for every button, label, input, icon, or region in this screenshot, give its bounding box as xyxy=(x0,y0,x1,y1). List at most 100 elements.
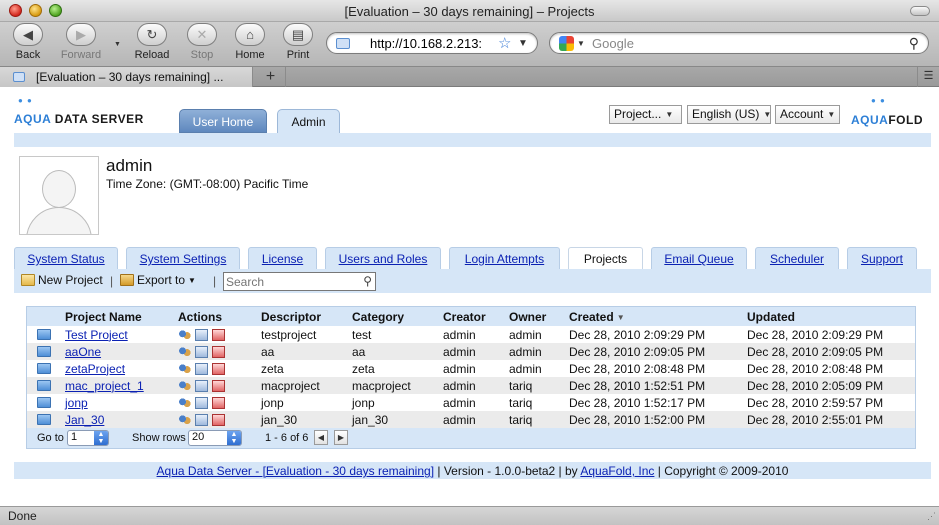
address-bar[interactable]: http://10.168.2.213: ☆ ▼ xyxy=(326,32,538,54)
updated-cell: Dec 28, 2010 2:59:57 PM xyxy=(743,394,915,411)
new-tab-button[interactable]: + xyxy=(256,67,286,87)
edit-icon[interactable] xyxy=(195,379,208,392)
tab-label: License xyxy=(261,252,304,266)
previous-page-button[interactable]: ◀ xyxy=(314,430,328,445)
column-header-creator[interactable]: Creator xyxy=(439,307,505,326)
delete-icon[interactable] xyxy=(212,362,225,375)
column-header-created[interactable]: Created ▼ xyxy=(565,307,743,326)
delete-icon[interactable] xyxy=(212,379,225,392)
logo-aqua-text: AQUA xyxy=(14,112,51,126)
search-icon[interactable]: ⚲ xyxy=(909,35,919,52)
column-header-updated[interactable]: Updated xyxy=(743,307,915,326)
column-header-owner[interactable]: Owner xyxy=(505,307,565,326)
goto-page-select[interactable]: 1 ▲ ▼ xyxy=(67,430,109,446)
reload-button[interactable]: ↻ Reload xyxy=(132,23,172,61)
tab-scheduler[interactable]: Scheduler xyxy=(755,247,839,269)
edit-icon[interactable] xyxy=(195,396,208,409)
site-icon xyxy=(336,38,350,49)
users-icon[interactable] xyxy=(178,328,191,341)
edit-icon[interactable] xyxy=(195,345,208,358)
tab-license[interactable]: License xyxy=(248,247,317,269)
project-name-link[interactable]: Jan_30 xyxy=(65,413,104,427)
print-button[interactable]: ▤ Print xyxy=(278,23,318,61)
back-button[interactable]: ◀ Back xyxy=(8,23,48,61)
account-selector[interactable]: Account ▼ xyxy=(775,105,840,124)
users-icon[interactable] xyxy=(178,379,191,392)
forward-button[interactable]: ▶ Forward xyxy=(56,23,106,61)
folder-icon xyxy=(37,328,51,340)
column-header-project-name[interactable]: Project Name xyxy=(61,307,174,326)
project-name-link[interactable]: aaOne xyxy=(65,345,101,359)
users-icon[interactable] xyxy=(178,413,191,426)
edit-icon[interactable] xyxy=(195,328,208,341)
project-name-link[interactable]: jonp xyxy=(65,396,88,410)
project-name-link[interactable]: zetaProject xyxy=(65,362,125,376)
resize-grip-icon[interactable]: ⋰ xyxy=(927,511,936,522)
browser-tab[interactable]: [Evaluation – 30 days remaining] ... xyxy=(0,67,253,87)
edit-icon[interactable] xyxy=(195,413,208,426)
export-to-button[interactable]: Export to ▼ xyxy=(120,273,196,287)
table-row[interactable]: jonp jonp jonp admin tariq Dec 28, 2010 1:52:… xyxy=(27,394,915,411)
tab-label: Email Queue xyxy=(664,252,734,266)
google-icon[interactable] xyxy=(559,36,574,51)
goto-page-value: 1 xyxy=(71,431,78,443)
project-name-link[interactable]: Test Project xyxy=(65,328,128,342)
tab-system-settings[interactable]: System Settings xyxy=(126,247,240,269)
nav-tab-user-home[interactable]: User Home xyxy=(179,109,267,133)
address-url[interactable]: http://10.168.2.213: xyxy=(370,36,482,51)
language-selector[interactable]: English (US) ▼ xyxy=(687,105,771,124)
users-icon[interactable] xyxy=(178,362,191,375)
history-dropdown-icon[interactable]: ▼ xyxy=(114,41,121,48)
column-header-descriptor[interactable]: Descriptor xyxy=(257,307,348,326)
tab-email-queue[interactable]: Email Queue xyxy=(651,247,747,269)
users-icon[interactable] xyxy=(178,396,191,409)
table-row[interactable]: zetaProject zeta zeta admin admin Dec 28, 201… xyxy=(27,360,915,377)
updated-cell: Dec 28, 2010 2:08:48 PM xyxy=(743,360,915,377)
stop-button[interactable]: ✕ Stop xyxy=(182,23,222,61)
users-icon[interactable] xyxy=(178,345,191,358)
table-row[interactable]: aaOne aa aa admin admin Dec 28, 2010 2:09:05 … xyxy=(27,343,915,360)
new-project-button[interactable]: New Project xyxy=(21,273,103,287)
window-titlebar: [Evaluation – 30 days remaining] – Proje… xyxy=(0,0,939,22)
next-page-button[interactable]: ▶ xyxy=(334,430,348,445)
creator-cell: admin xyxy=(439,326,505,343)
project-search-field[interactable]: ⚲ xyxy=(223,272,376,291)
show-rows-select[interactable]: 20 ▲ ▼ xyxy=(188,430,242,446)
footer-company-link[interactable]: AquaFold, Inc xyxy=(580,464,654,478)
tab-site-icon xyxy=(13,72,25,82)
delete-icon[interactable] xyxy=(212,328,225,341)
edit-icon[interactable] xyxy=(195,362,208,375)
home-button[interactable]: ⌂ Home xyxy=(230,23,270,61)
toolbar-toggle-button[interactable] xyxy=(910,6,930,16)
tab-login-attempts[interactable]: Login Attempts xyxy=(449,247,560,269)
table-row[interactable]: Jan_30 jan_30 jan_30 admin tariq Dec 28, 2010… xyxy=(27,411,915,428)
table-row[interactable]: Test Project testproject test admin admin Dec… xyxy=(27,326,915,343)
tab-support[interactable]: Support xyxy=(847,247,917,269)
project-search-input[interactable] xyxy=(224,273,354,290)
table-row[interactable]: mac_project_1 macproject macproject admin ta… xyxy=(27,377,915,394)
project-name-link[interactable]: mac_project_1 xyxy=(65,379,144,393)
created-cell: Dec 28, 2010 2:09:05 PM xyxy=(565,343,743,360)
tab-users-and-roles[interactable]: Users and Roles xyxy=(325,247,441,269)
stepper-arrows-icon: ▲ ▼ xyxy=(94,431,108,445)
project-selector-value: Project... xyxy=(614,107,662,121)
tab-system-status[interactable]: System Status xyxy=(14,247,118,269)
search-engine-dropdown-icon[interactable]: ▼ xyxy=(577,39,585,48)
owner-cell: admin xyxy=(505,360,565,377)
search-icon[interactable]: ⚲ xyxy=(363,274,372,288)
descriptor-cell: macproject xyxy=(257,377,348,394)
delete-icon[interactable] xyxy=(212,345,225,358)
address-dropdown-icon[interactable]: ▼ xyxy=(518,38,528,49)
tab-menu-icon[interactable]: ☰ xyxy=(917,67,939,87)
delete-icon[interactable] xyxy=(212,413,225,426)
bookmark-star-icon[interactable]: ☆ xyxy=(498,34,511,52)
web-search-placeholder[interactable]: Google xyxy=(592,36,634,51)
delete-icon[interactable] xyxy=(212,396,225,409)
web-search-field[interactable]: ▼ Google ⚲ xyxy=(549,32,929,54)
footer-product-link[interactable]: Aqua Data Server - [Evaluation - 30 days… xyxy=(157,464,434,478)
project-selector[interactable]: Project... ▼ xyxy=(609,105,682,124)
updated-cell: Dec 28, 2010 2:55:01 PM xyxy=(743,411,915,428)
tab-projects[interactable]: Projects xyxy=(568,247,643,270)
column-header-category[interactable]: Category xyxy=(348,307,439,326)
nav-tab-admin[interactable]: Admin xyxy=(277,109,340,133)
